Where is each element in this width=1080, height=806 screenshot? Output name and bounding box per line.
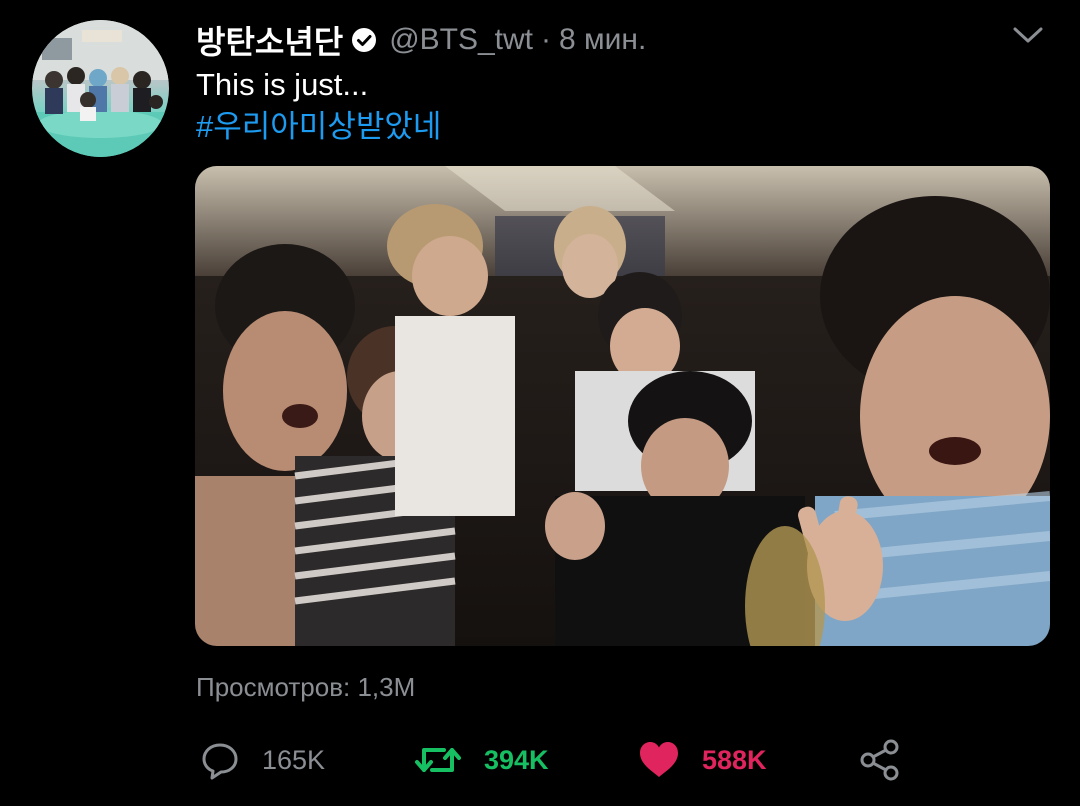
retweet-count: 394K: [484, 744, 549, 775]
heart-icon: [640, 742, 678, 777]
like-count: 588K: [702, 744, 767, 775]
view-count: Просмотров: 1,3M: [196, 672, 416, 702]
reply-button[interactable]: 165K: [200, 736, 325, 784]
avatar-group-photo: [32, 20, 169, 157]
tweet-text: This is just...: [196, 67, 369, 102]
retweet-icon: [415, 748, 461, 772]
tweet-header: 방탄소년단 @BTS_twt · 8 мин.: [196, 18, 646, 62]
hashtag-link[interactable]: #우리아미상받았네: [196, 106, 441, 148]
display-name[interactable]: 방탄소년단: [196, 17, 343, 63]
verified-badge-icon: [352, 28, 377, 52]
share-icon: [860, 739, 899, 781]
like-button[interactable]: 588K: [638, 736, 767, 784]
chevron-down-icon[interactable]: [1012, 24, 1044, 46]
share-button[interactable]: [858, 736, 902, 784]
user-handle[interactable]: @BTS_twt: [389, 23, 533, 57]
reply-count: 165K: [262, 744, 326, 775]
tweet-video[interactable]: [195, 166, 1050, 646]
comment-bubble-icon: [202, 743, 238, 780]
retweet-button[interactable]: 394K: [414, 736, 549, 784]
separator-dot: ·: [541, 23, 552, 56]
tweet-timestamp[interactable]: 8 мин.: [559, 23, 646, 57]
profile-avatar[interactable]: [32, 20, 169, 157]
video-frame: [195, 166, 1050, 646]
